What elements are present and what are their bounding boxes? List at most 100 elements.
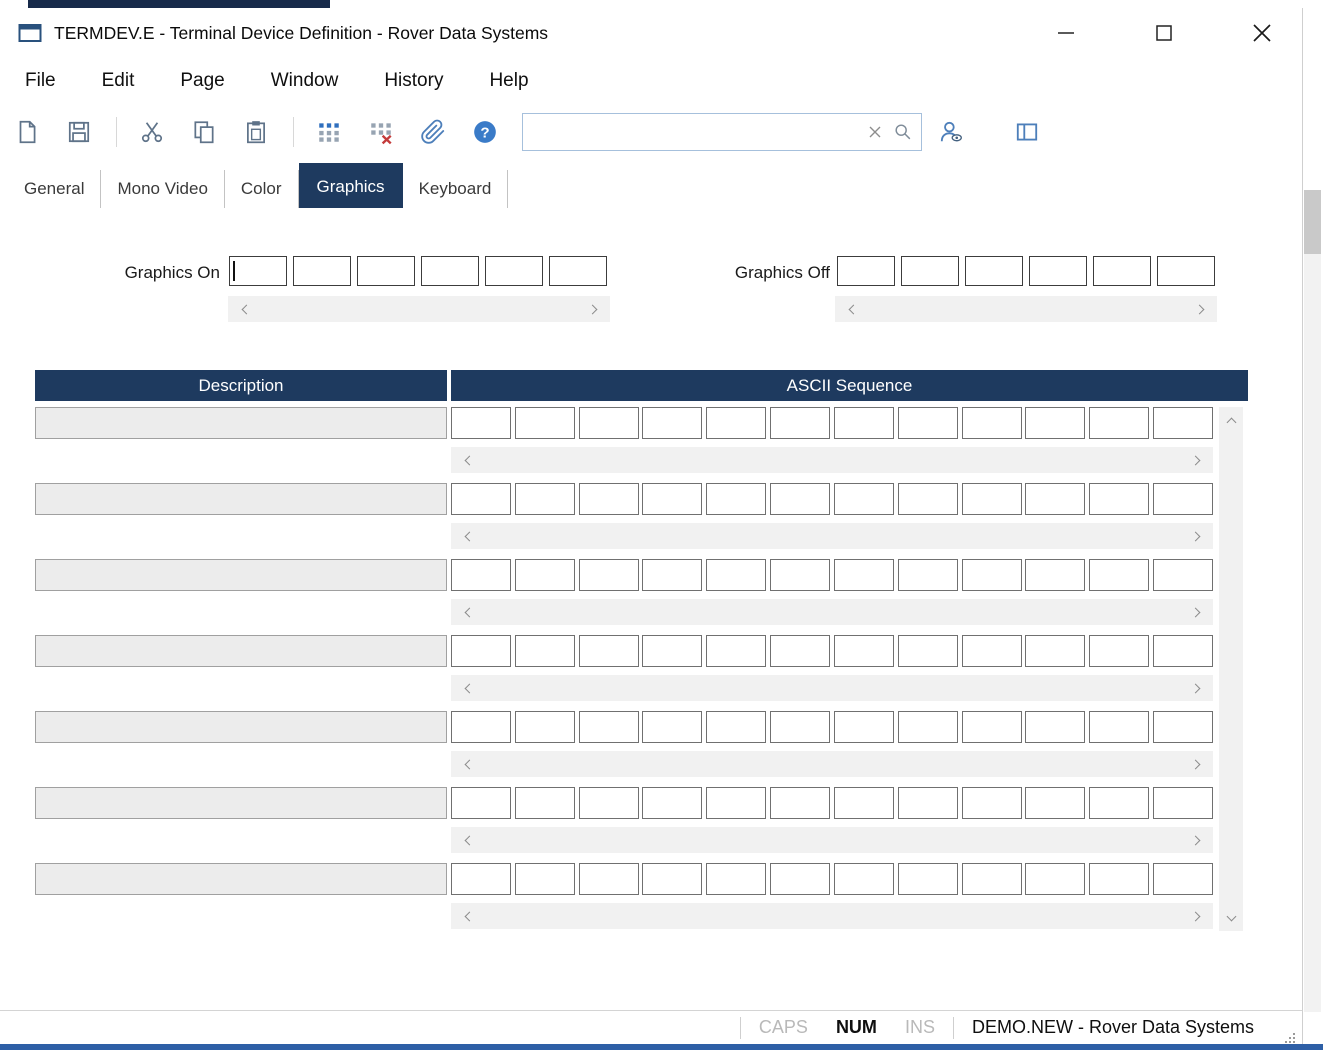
ascii-row-scrollbar[interactable]: [451, 903, 1213, 929]
ascii-cell[interactable]: [706, 483, 766, 515]
graphics-cell[interactable]: [837, 256, 895, 286]
description-input[interactable]: [35, 787, 447, 819]
ascii-cell[interactable]: [1153, 559, 1213, 591]
tab-graphics[interactable]: Graphics: [299, 163, 403, 208]
ascii-cell[interactable]: [579, 635, 639, 667]
graphics-cell[interactable]: [1157, 256, 1215, 286]
ascii-cell[interactable]: [515, 559, 575, 591]
menu-item-page[interactable]: Page: [180, 70, 224, 92]
minimize-button[interactable]: [1046, 16, 1086, 50]
ascii-cell[interactable]: [898, 863, 958, 895]
new-document-button[interactable]: [12, 117, 42, 147]
scroll-left-button[interactable]: [460, 903, 478, 929]
ascii-cell[interactable]: [515, 711, 575, 743]
outer-scrollbar[interactable]: [1302, 0, 1323, 1044]
scroll-right-button[interactable]: [1186, 599, 1204, 625]
ascii-cell[interactable]: [1089, 483, 1149, 515]
scroll-left-button[interactable]: [460, 599, 478, 625]
graphics-cell[interactable]: [485, 256, 543, 286]
ascii-cell[interactable]: [1089, 407, 1149, 439]
ascii-row-scrollbar[interactable]: [451, 675, 1213, 701]
maximize-button[interactable]: [1144, 16, 1184, 50]
ascii-cell[interactable]: [451, 407, 511, 439]
ascii-cell[interactable]: [706, 711, 766, 743]
ascii-cell[interactable]: [898, 483, 958, 515]
ascii-cell[interactable]: [770, 787, 830, 819]
insert-row-button[interactable]: [314, 117, 344, 147]
ascii-cell[interactable]: [834, 407, 894, 439]
graphics-cell[interactable]: [901, 256, 959, 286]
ascii-cell[interactable]: [834, 483, 894, 515]
delete-row-button[interactable]: [366, 117, 396, 147]
scroll-right-button[interactable]: [1186, 751, 1204, 777]
paste-button[interactable]: [241, 117, 271, 147]
ascii-cell[interactable]: [515, 483, 575, 515]
ascii-cell[interactable]: [1025, 711, 1085, 743]
ascii-cell[interactable]: [706, 863, 766, 895]
ascii-cell[interactable]: [451, 483, 511, 515]
description-input[interactable]: [35, 635, 447, 667]
ascii-cell[interactable]: [1153, 483, 1213, 515]
ascii-cell[interactable]: [706, 407, 766, 439]
ascii-cell[interactable]: [1153, 787, 1213, 819]
ascii-cell[interactable]: [1025, 863, 1085, 895]
description-input[interactable]: [35, 711, 447, 743]
graphics-cell[interactable]: [293, 256, 351, 286]
close-button[interactable]: [1242, 16, 1282, 50]
scroll-left-button[interactable]: [460, 751, 478, 777]
ascii-cell[interactable]: [706, 635, 766, 667]
ascii-cell[interactable]: [642, 863, 702, 895]
scroll-left-button[interactable]: [460, 447, 478, 473]
tab-general[interactable]: General: [8, 170, 101, 208]
ascii-cell[interactable]: [1025, 407, 1085, 439]
ascii-cell[interactable]: [1153, 863, 1213, 895]
ascii-cell[interactable]: [579, 407, 639, 439]
ascii-cell[interactable]: [579, 483, 639, 515]
attachment-button[interactable]: [418, 117, 448, 147]
ascii-cell[interactable]: [451, 711, 511, 743]
ascii-cell[interactable]: [642, 635, 702, 667]
ascii-cell[interactable]: [770, 711, 830, 743]
ascii-cell[interactable]: [834, 787, 894, 819]
tab-mono-video[interactable]: Mono Video: [101, 170, 224, 208]
graphics-cell[interactable]: [357, 256, 415, 286]
cut-button[interactable]: [137, 117, 167, 147]
scroll-right-button[interactable]: [1186, 827, 1204, 853]
ascii-cell[interactable]: [515, 863, 575, 895]
ascii-cell[interactable]: [834, 635, 894, 667]
graphics-off-scrollbar[interactable]: [835, 296, 1217, 322]
graphics-cell[interactable]: [1093, 256, 1151, 286]
graphics-cell[interactable]: [421, 256, 479, 286]
scroll-right-button[interactable]: [1186, 447, 1204, 473]
ascii-cell[interactable]: [962, 559, 1022, 591]
ascii-cell[interactable]: [1153, 407, 1213, 439]
ascii-cell[interactable]: [770, 407, 830, 439]
search-clear-button[interactable]: [861, 117, 889, 147]
layout-button[interactable]: [1012, 117, 1042, 147]
ascii-row-scrollbar[interactable]: [451, 751, 1213, 777]
ascii-cell[interactable]: [579, 559, 639, 591]
scroll-left-button[interactable]: [460, 523, 478, 549]
ascii-cell[interactable]: [898, 635, 958, 667]
description-input[interactable]: [35, 559, 447, 591]
graphics-cell[interactable]: [229, 256, 287, 286]
ascii-cell[interactable]: [770, 559, 830, 591]
ascii-cell[interactable]: [962, 863, 1022, 895]
scroll-right-button[interactable]: [1186, 675, 1204, 701]
ascii-cell[interactable]: [1025, 635, 1085, 667]
scroll-right-button[interactable]: [1190, 296, 1208, 322]
tab-color[interactable]: Color: [225, 170, 299, 208]
scroll-right-button[interactable]: [1186, 523, 1204, 549]
ascii-cell[interactable]: [642, 483, 702, 515]
ascii-cell[interactable]: [898, 559, 958, 591]
menu-item-window[interactable]: Window: [271, 70, 339, 92]
menu-item-file[interactable]: File: [25, 70, 56, 92]
scroll-left-button[interactable]: [460, 827, 478, 853]
scroll-left-button[interactable]: [460, 675, 478, 701]
ascii-cell[interactable]: [962, 787, 1022, 819]
ascii-cell[interactable]: [451, 863, 511, 895]
ascii-cell[interactable]: [962, 483, 1022, 515]
scroll-right-button[interactable]: [583, 296, 601, 322]
ascii-cell[interactable]: [1089, 787, 1149, 819]
ascii-row-scrollbar[interactable]: [451, 827, 1213, 853]
